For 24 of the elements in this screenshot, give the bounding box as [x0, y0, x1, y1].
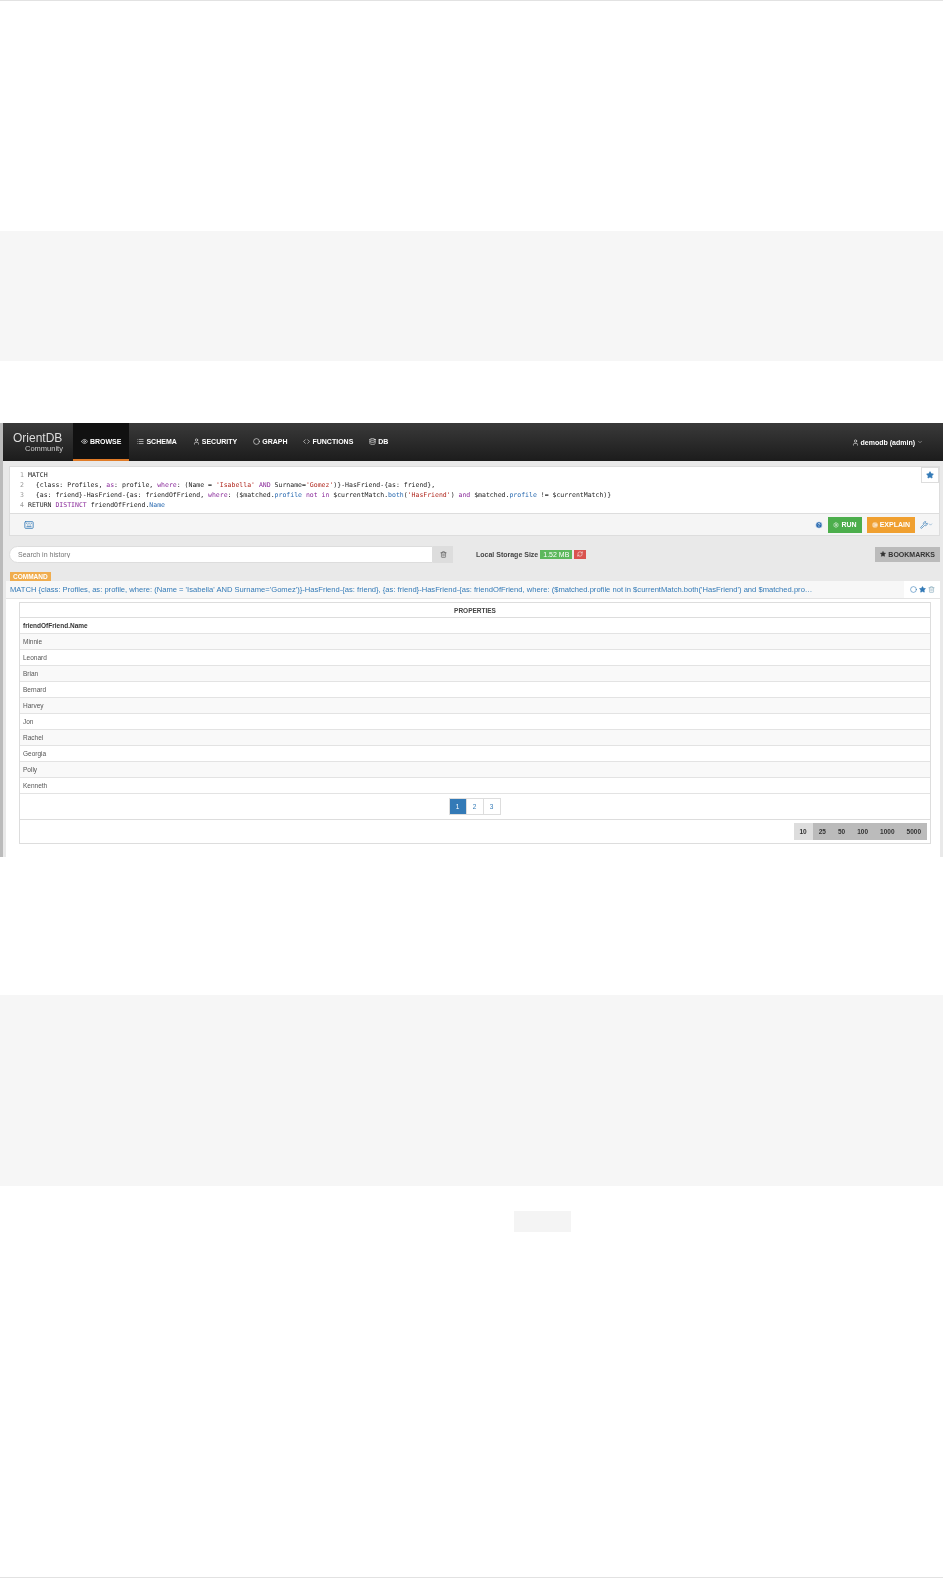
caret-icon	[917, 439, 923, 445]
clear-storage-button[interactable]	[574, 549, 587, 559]
database-icon	[369, 437, 377, 445]
list-icon	[137, 437, 145, 445]
trash-button[interactable]	[433, 545, 453, 563]
star-icon	[880, 551, 887, 557]
circle-icon[interactable]	[909, 586, 917, 593]
star-icon	[926, 471, 934, 479]
wrench-icon[interactable]	[920, 520, 933, 529]
eye-icon	[80, 437, 88, 445]
trash-icon[interactable]	[927, 586, 935, 593]
star-icon[interactable]	[918, 586, 926, 593]
user-icon	[192, 437, 200, 445]
gear-icon	[871, 521, 878, 528]
bookmark-button[interactable]	[921, 467, 939, 483]
help-icon[interactable]	[815, 520, 824, 529]
gear-icon	[833, 521, 840, 528]
code-editor[interactable]	[9, 466, 940, 514]
trash-icon	[439, 550, 447, 558]
keyboard-icon[interactable]	[24, 519, 34, 530]
user-icon	[851, 438, 859, 446]
code-icon	[303, 437, 311, 445]
brand-logo: OrientDB	[13, 431, 63, 444]
circle-icon	[253, 437, 261, 445]
